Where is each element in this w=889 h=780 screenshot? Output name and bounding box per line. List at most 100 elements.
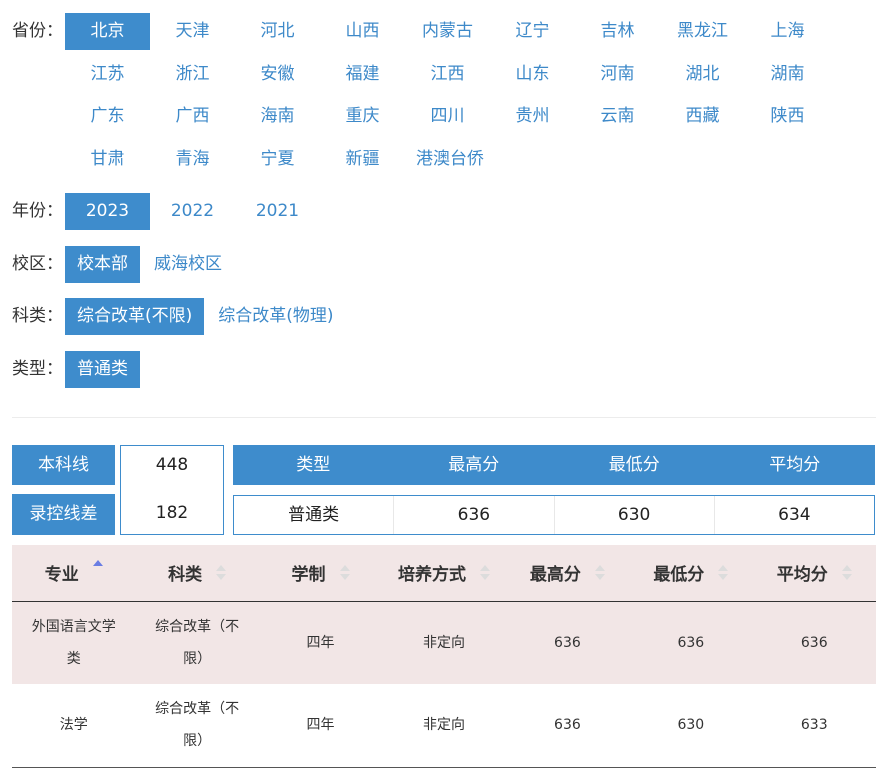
subject-option[interactable]: 综合改革(物理) — [206, 298, 345, 335]
year-option[interactable]: 2021 — [235, 193, 320, 230]
majors-header-row: 专业 科类 学制 培养方式 最高分 最低分 平均分 — [12, 545, 876, 602]
training-cell: 非定向 — [382, 601, 506, 684]
province-option[interactable]: 甘肃 — [65, 141, 150, 178]
undergrad-line-value: 448 — [155, 455, 189, 475]
avg-cell: 636 — [752, 601, 876, 684]
province-option[interactable]: 北京 — [65, 13, 150, 50]
campus-option[interactable]: 威海校区 — [142, 246, 234, 283]
province-label: 省份： — [12, 21, 63, 41]
province-option[interactable]: 海南 — [235, 98, 320, 135]
col-max-label: 最高分 — [529, 565, 581, 586]
province-option[interactable]: 江西 — [405, 56, 490, 93]
sort-icon[interactable] — [339, 565, 350, 581]
province-option[interactable]: 上海 — [745, 13, 830, 50]
major-name-cell[interactable]: 法学 — [12, 684, 136, 768]
summary-header-min: 最低分 — [608, 455, 660, 475]
province-option[interactable]: 安徽 — [235, 56, 320, 93]
province-option[interactable]: 河南 — [575, 56, 660, 93]
undergrad-line-label: 本科线 — [12, 445, 115, 485]
summary-max: 636 — [393, 496, 553, 534]
year-filter: 年份： 2023 2022 2021 — [12, 193, 320, 230]
subject-cell: 综合改革（不限） — [135, 684, 259, 768]
sort-icon[interactable] — [594, 565, 605, 581]
col-major[interactable]: 专业 — [12, 545, 136, 602]
campus-option[interactable]: 校本部 — [65, 246, 140, 283]
sort-asc-icon[interactable] — [92, 560, 103, 575]
summary-min: 630 — [553, 496, 714, 534]
province-option[interactable]: 内蒙古 — [405, 13, 490, 50]
campus-filter: 校区： 校本部 威海校区 — [12, 246, 236, 283]
summary-header-avg: 平均分 — [769, 455, 821, 475]
summary-header-max: 最高分 — [448, 455, 500, 475]
type-label: 类型： — [12, 359, 63, 379]
col-min-label: 最低分 — [653, 565, 705, 586]
province-option[interactable]: 四川 — [405, 98, 490, 135]
col-avg-label: 平均分 — [776, 565, 828, 586]
sort-icon[interactable] — [841, 565, 852, 581]
summary-header: 类型 最高分 最低分 平均分 — [233, 445, 875, 485]
sort-icon[interactable] — [216, 565, 227, 581]
summary-row: 普通类 636 630 634 — [233, 495, 875, 535]
col-subject-label: 科类 — [168, 565, 203, 586]
province-option[interactable]: 河北 — [235, 13, 320, 50]
col-subject[interactable]: 科类 — [135, 545, 259, 602]
province-option[interactable]: 广西 — [150, 98, 235, 135]
section-divider — [12, 417, 876, 418]
min-cell: 636 — [629, 601, 753, 684]
table-row: 法学 综合改革（不限） 四年 非定向 636 630 633 — [12, 684, 876, 768]
max-cell: 636 — [505, 684, 630, 768]
year-option[interactable]: 2022 — [150, 193, 235, 230]
col-min[interactable]: 最低分 — [629, 545, 753, 602]
subject-filter: 科类： 综合改革(不限) 综合改革(物理) — [12, 298, 348, 335]
col-avg[interactable]: 平均分 — [752, 545, 876, 602]
table-row: 外国语言文学类 综合改革（不限） 四年 非定向 636 636 636 — [12, 601, 876, 684]
province-option[interactable]: 湖南 — [745, 56, 830, 93]
col-duration[interactable]: 学制 — [258, 545, 383, 602]
province-option[interactable]: 辽宁 — [490, 13, 575, 50]
max-cell: 636 — [505, 601, 630, 684]
type-option[interactable]: 普通类 — [65, 351, 140, 388]
province-option[interactable]: 广东 — [65, 98, 150, 135]
province-option[interactable]: 黑龙江 — [660, 13, 745, 50]
province-option[interactable]: 重庆 — [320, 98, 405, 135]
col-training[interactable]: 培养方式 — [382, 545, 506, 602]
duration-cell: 四年 — [258, 684, 383, 768]
province-option[interactable]: 新疆 — [320, 141, 405, 178]
campus-options: 校本部 威海校区 — [65, 246, 236, 283]
province-option[interactable]: 浙江 — [150, 56, 235, 93]
summary-header-type: 类型 — [296, 455, 331, 475]
type-filter: 类型： 普通类 — [12, 351, 142, 388]
year-option[interactable]: 2023 — [65, 193, 150, 230]
province-option[interactable]: 吉林 — [575, 13, 660, 50]
major-name-cell[interactable]: 外国语言文学类 — [12, 601, 136, 684]
subject-option[interactable]: 综合改革(不限) — [65, 298, 205, 335]
province-option[interactable]: 福建 — [320, 56, 405, 93]
province-option[interactable]: 云南 — [575, 98, 660, 135]
summary-type: 普通类 — [288, 505, 340, 525]
sort-icon[interactable] — [479, 565, 490, 581]
province-filter: 省份： 北京 天津 河北 山西 内蒙古 辽宁 吉林 黑龙江 上海江苏 浙江 安徽 福建 江西 山东 河南 湖北… — [12, 13, 876, 178]
col-major-label: 专业 — [44, 565, 79, 586]
training-cell: 非定向 — [382, 684, 506, 768]
province-option[interactable]: 宁夏 — [235, 141, 320, 178]
province-option[interactable]: 青海 — [150, 141, 235, 178]
sort-icon[interactable] — [718, 565, 729, 581]
col-max[interactable]: 最高分 — [505, 545, 630, 602]
campus-label: 校区： — [12, 254, 63, 274]
control-diff-value: 182 — [155, 503, 189, 523]
province-option[interactable]: 山东 — [490, 56, 575, 93]
province-option[interactable]: 陕西 — [745, 98, 830, 135]
province-option[interactable]: 江苏 — [65, 56, 150, 93]
province-option[interactable]: 贵州 — [490, 98, 575, 135]
summary-avg: 634 — [713, 496, 874, 534]
col-training-label: 培养方式 — [397, 565, 466, 586]
subject-cell: 综合改革（不限） — [135, 601, 259, 684]
col-duration-label: 学制 — [291, 565, 326, 586]
province-option[interactable]: 西藏 — [660, 98, 745, 135]
province-option[interactable]: 湖北 — [660, 56, 745, 93]
province-option[interactable]: 山西 — [320, 13, 405, 50]
subject-options: 综合改革(不限) 综合改革(物理) — [65, 298, 348, 335]
province-option[interactable]: 港澳台侨 — [405, 141, 495, 178]
province-option[interactable]: 天津 — [150, 13, 235, 50]
type-options: 普通类 — [65, 351, 142, 388]
